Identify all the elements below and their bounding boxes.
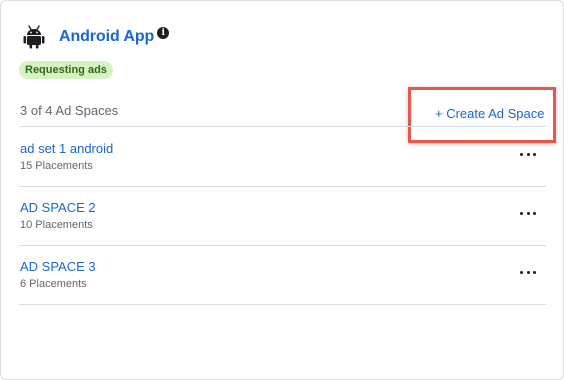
ad-space-row[interactable]: AD SPACE 3 6 Placements [19, 259, 546, 317]
app-card: Android App i Requesting ads 3 of 4 Ad S… [0, 0, 564, 380]
ad-space-placements: 10 Placements [20, 219, 93, 231]
ad-space-count: 3 of 4 Ad Spaces [20, 103, 119, 118]
ad-space-row[interactable]: AD SPACE 2 10 Placements [19, 200, 546, 258]
ad-space-placements: 6 Placements [20, 278, 87, 290]
ad-space-name[interactable]: ad set 1 android [20, 141, 113, 156]
ad-space-name[interactable]: AD SPACE 3 [20, 259, 96, 274]
ad-space-name[interactable]: AD SPACE 2 [20, 200, 96, 215]
app-title[interactable]: Android App [59, 28, 154, 46]
ad-space-row[interactable]: ad set 1 android 15 Placements [19, 141, 546, 199]
android-icon [23, 25, 45, 49]
more-options-icon[interactable] [520, 208, 536, 218]
divider [19, 186, 546, 187]
divider [19, 245, 546, 246]
divider [19, 126, 546, 127]
more-options-icon[interactable] [520, 267, 536, 277]
app-header: Android App i [23, 25, 170, 49]
more-options-icon[interactable] [520, 149, 536, 159]
divider [19, 304, 546, 305]
status-badge: Requesting ads [19, 61, 113, 79]
create-ad-space-button[interactable]: + Create Ad Space [435, 106, 545, 121]
ad-space-placements: 15 Placements [20, 160, 93, 172]
info-icon[interactable]: i [157, 27, 170, 39]
